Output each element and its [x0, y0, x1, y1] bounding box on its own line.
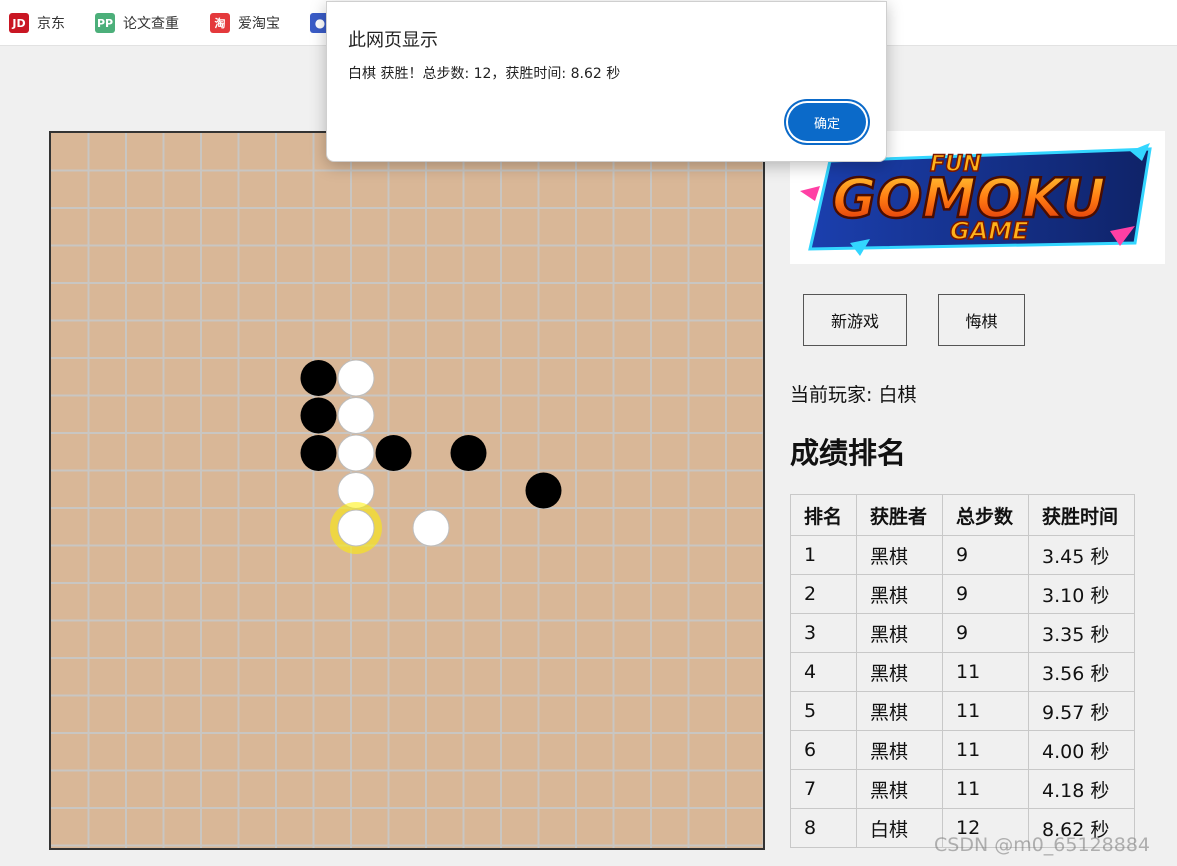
header-steps: 总步数	[942, 494, 1029, 536]
taobao-icon: 淘	[210, 13, 230, 33]
cell-rank: 6	[790, 730, 857, 770]
dialog-message: 白棋 获胜！总步数: 12，获胜时间: 8.62 秒	[348, 66, 621, 82]
cell-winner: 黑棋	[856, 574, 943, 614]
cell-rank: 7	[790, 769, 857, 809]
black-stone	[450, 435, 487, 471]
cell-winner: 白棋	[856, 808, 943, 848]
cell-time: 9.57 秒	[1028, 691, 1135, 731]
pp-icon: PP	[95, 13, 115, 33]
cell-time: 4.00 秒	[1028, 730, 1135, 770]
undo-button[interactable]: 悔棋	[938, 294, 1025, 346]
cell-time: 3.45 秒	[1028, 535, 1135, 575]
dialog-title: 此网页显示	[348, 30, 438, 51]
cell-rank: 2	[790, 574, 857, 614]
cell-steps: 9	[942, 613, 1029, 653]
cell-winner: 黑棋	[856, 613, 943, 653]
board-canvas[interactable]	[51, 133, 763, 848]
white-stone	[337, 397, 375, 434]
cell-winner: 黑棋	[856, 769, 943, 809]
cell-time: 3.56 秒	[1028, 652, 1135, 692]
new-game-button[interactable]: 新游戏	[803, 294, 907, 346]
current-player-status: 当前玩家: 白棋	[790, 384, 917, 406]
black-stone	[375, 435, 412, 471]
cell-winner: 黑棋	[856, 535, 943, 575]
cell-rank: 4	[790, 652, 857, 692]
cell-rank: 8	[790, 808, 857, 848]
cell-steps: 9	[942, 535, 1029, 575]
cell-steps: 11	[942, 652, 1029, 692]
cell-rank: 1	[790, 535, 857, 575]
table-row: 2 黑棋 9 3.10 秒	[790, 574, 1135, 614]
cell-time: 3.35 秒	[1028, 613, 1135, 653]
bookmark-label: 爱淘宝	[238, 16, 280, 32]
table-header-row: 排名 获胜者 总步数 获胜时间	[790, 494, 1135, 536]
ok-button[interactable]: 确定	[788, 103, 866, 141]
cell-winner: 黑棋	[856, 730, 943, 770]
svg-text:GAME: GAME	[950, 217, 1029, 245]
white-stone	[337, 434, 375, 472]
ranking-table: 排名 获胜者 总步数 获胜时间 1 黑棋 9 3.45 秒 2 黑棋 9 3.10 秒 3黑…	[790, 494, 1135, 848]
black-stone	[300, 360, 337, 396]
table-row: 3 黑棋 9 3.35 秒	[790, 613, 1135, 653]
white-stone	[337, 509, 375, 547]
bookmark-aitaobao[interactable]: 淘 爱淘宝	[210, 12, 280, 34]
table-row: 1 黑棋 9 3.45 秒	[790, 535, 1135, 575]
table-row: 6 黑棋 11 4.00 秒	[790, 730, 1135, 770]
cell-steps: 11	[942, 691, 1029, 731]
white-stone	[337, 359, 375, 397]
header-winner: 获胜者	[856, 494, 943, 536]
table-row: 5 黑棋 11 9.57 秒	[790, 691, 1135, 731]
bookmark-paper-check[interactable]: PP 论文查重	[95, 12, 179, 34]
bookmark-jd[interactable]: JD 京东	[9, 12, 65, 34]
black-stone	[300, 397, 337, 434]
cell-steps: 11	[942, 730, 1029, 770]
alert-dialog: 此网页显示 白棋 获胜！总步数: 12，获胜时间: 8.62 秒 确定	[326, 1, 887, 162]
jd-icon: JD	[9, 13, 29, 33]
cell-winner: 黑棋	[856, 691, 943, 731]
table-row: 4 黑棋 11 3.56 秒	[790, 652, 1135, 692]
header-rank: 排名	[790, 494, 857, 536]
ranking-title: 成绩排名	[790, 436, 907, 470]
csdn-watermark: CSDN @m0_65128884	[934, 834, 1151, 856]
black-stone	[300, 435, 337, 471]
cell-rank: 3	[790, 613, 857, 653]
bookmark-label: 京东	[37, 16, 65, 32]
table-row: 7 黑棋 11 4.18 秒	[790, 769, 1135, 809]
cell-time: 3.10 秒	[1028, 574, 1135, 614]
cell-time: 4.18 秒	[1028, 769, 1135, 809]
bookmark-label: 论文查重	[123, 16, 179, 32]
gomoku-board[interactable]	[49, 131, 765, 850]
cell-steps: 9	[942, 574, 1029, 614]
cell-rank: 5	[790, 691, 857, 731]
black-stone	[525, 472, 562, 509]
cell-steps: 11	[942, 769, 1029, 809]
header-time: 获胜时间	[1028, 494, 1135, 536]
white-stone	[412, 509, 450, 547]
cell-winner: 黑棋	[856, 652, 943, 692]
